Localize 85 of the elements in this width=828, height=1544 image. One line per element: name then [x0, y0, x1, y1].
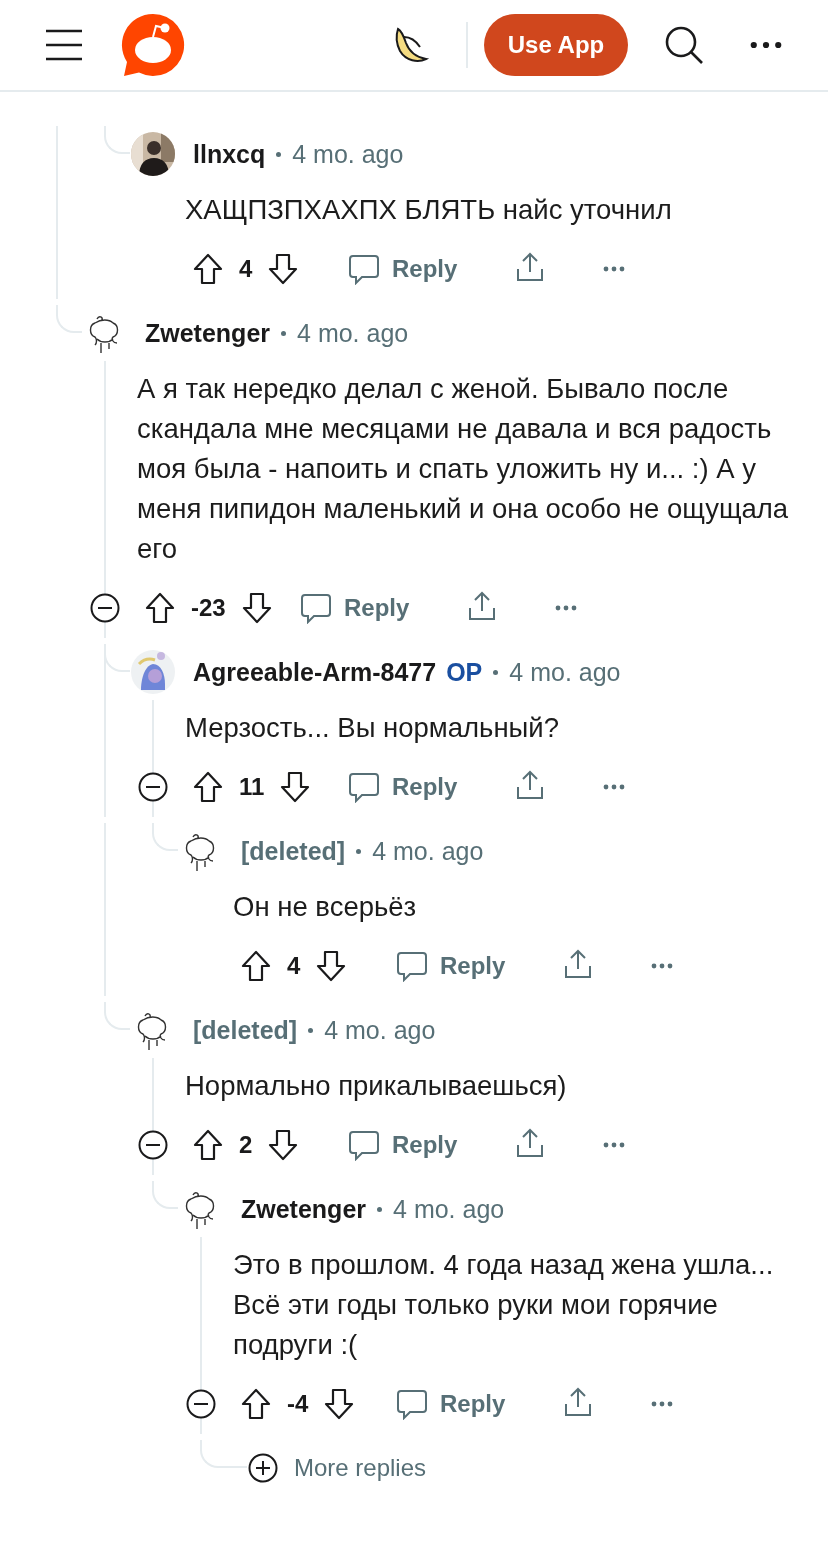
- vote-count: -23: [191, 594, 226, 622]
- thread-line: [152, 823, 178, 851]
- username[interactable]: Agreeable-Arm-8477: [193, 657, 437, 687]
- comment-icon: [396, 950, 428, 982]
- vote-count: 2: [239, 1131, 253, 1159]
- comment-icon: [348, 1129, 380, 1161]
- downvote-icon[interactable]: [324, 1388, 355, 1420]
- timestamp: 4 mo. ago: [509, 657, 621, 687]
- downvote-icon[interactable]: [268, 1129, 299, 1161]
- separator-dot: [308, 1027, 314, 1033]
- thread-line: [152, 1181, 178, 1209]
- username[interactable]: [deleted]: [193, 1015, 298, 1045]
- more-options-icon[interactable]: [555, 605, 577, 611]
- separator-dot: [281, 330, 287, 336]
- vote-count: 4: [287, 952, 301, 980]
- downvote-icon[interactable]: [241, 592, 272, 624]
- upvote-icon[interactable]: [145, 592, 175, 624]
- downvote-icon[interactable]: [280, 771, 311, 803]
- collapse-icon[interactable]: [90, 593, 120, 623]
- menu-icon[interactable]: [45, 29, 83, 61]
- reply-button[interactable]: Reply: [396, 950, 506, 982]
- share-icon[interactable]: [562, 1386, 594, 1418]
- share-icon[interactable]: [562, 948, 594, 980]
- comment-icon: [300, 592, 332, 624]
- comment-icon: [348, 771, 380, 803]
- upvote-icon[interactable]: [193, 1129, 223, 1161]
- thread-line: [104, 1002, 130, 1030]
- comment-icon: [396, 1388, 428, 1420]
- thread-line: [104, 126, 130, 154]
- username[interactable]: [deleted]: [241, 836, 346, 866]
- more-replies-button[interactable]: More replies: [248, 1453, 427, 1483]
- reply-button[interactable]: Reply: [348, 253, 458, 285]
- expand-icon: [248, 1453, 278, 1483]
- avatar-icon: [131, 650, 175, 694]
- comment-text: А я так нередко делал с женой. Бывало после скандала мне месяцами не давала и вся радость моя была - напоить и спать уложить ну и... :) А у меня пипидон маленький и она особо не ощущала его: [136, 372, 790, 566]
- use-app-button[interactable]: Use App: [484, 14, 628, 76]
- more-options-icon[interactable]: [603, 266, 625, 272]
- reply-button[interactable]: Reply: [396, 1388, 506, 1420]
- share-icon[interactable]: [514, 769, 546, 801]
- comment-text: Нормально прикалываешься): [184, 1069, 568, 1103]
- collapse-icon[interactable]: [138, 1130, 168, 1160]
- more-options-icon[interactable]: [651, 1401, 673, 1407]
- comment-text: Он не всерьёз: [232, 890, 418, 924]
- upvote-icon[interactable]: [193, 771, 223, 803]
- comment-text: Мерзость... Вы нормальный?: [184, 711, 561, 745]
- more-options-icon[interactable]: [603, 784, 625, 790]
- separator-dot: [356, 848, 362, 854]
- more-options-icon[interactable]: [603, 1142, 625, 1148]
- username[interactable]: llnxcq: [193, 139, 266, 169]
- vote-count: 4: [239, 255, 253, 283]
- username[interactable]: Zwetenger: [241, 1194, 367, 1224]
- collapse-icon[interactable]: [186, 1389, 216, 1419]
- downvote-icon[interactable]: [316, 950, 347, 982]
- collapse-icon[interactable]: [138, 772, 168, 802]
- search-icon[interactable]: [664, 25, 704, 65]
- timestamp: 4 mo. ago: [324, 1015, 436, 1045]
- separator-dot: [377, 1206, 383, 1212]
- upvote-icon[interactable]: [241, 1388, 271, 1420]
- comment-icon: [348, 253, 380, 285]
- timestamp: 4 mo. ago: [372, 836, 484, 866]
- downvote-icon[interactable]: [268, 253, 299, 285]
- share-icon[interactable]: [514, 1127, 546, 1159]
- reply-button[interactable]: Reply: [300, 592, 410, 624]
- thread-line: [200, 1440, 247, 1468]
- thread-line: [56, 305, 82, 333]
- share-icon[interactable]: [466, 590, 498, 622]
- upvote-icon[interactable]: [241, 950, 271, 982]
- upvote-icon[interactable]: [193, 253, 223, 285]
- more-icon[interactable]: [750, 41, 782, 49]
- logo-icon[interactable]: [120, 12, 186, 78]
- comment-text: Это в прошлом. 4 года назад жена ушла... Всё эти годы только руки мои горячие подруги :(: [232, 1248, 775, 1362]
- separator-dot: [493, 669, 499, 675]
- more-options-icon[interactable]: [651, 963, 673, 969]
- separator-dot: [276, 151, 282, 157]
- timestamp: 4 mo. ago: [393, 1194, 505, 1224]
- vote-count: 11: [239, 773, 265, 801]
- share-icon[interactable]: [514, 251, 546, 283]
- username[interactable]: Zwetenger: [145, 318, 271, 348]
- reply-button[interactable]: Reply: [348, 771, 458, 803]
- op-label: OP: [446, 657, 483, 687]
- comment-text: ХАЩПЗПХАХПХ БЛЯТЬ найс уточнил: [184, 193, 673, 227]
- timestamp: 4 mo. ago: [297, 318, 409, 348]
- vote-count: -4: [287, 1390, 309, 1418]
- timestamp: 4 mo. ago: [292, 139, 404, 169]
- reply-button[interactable]: Reply: [348, 1129, 458, 1161]
